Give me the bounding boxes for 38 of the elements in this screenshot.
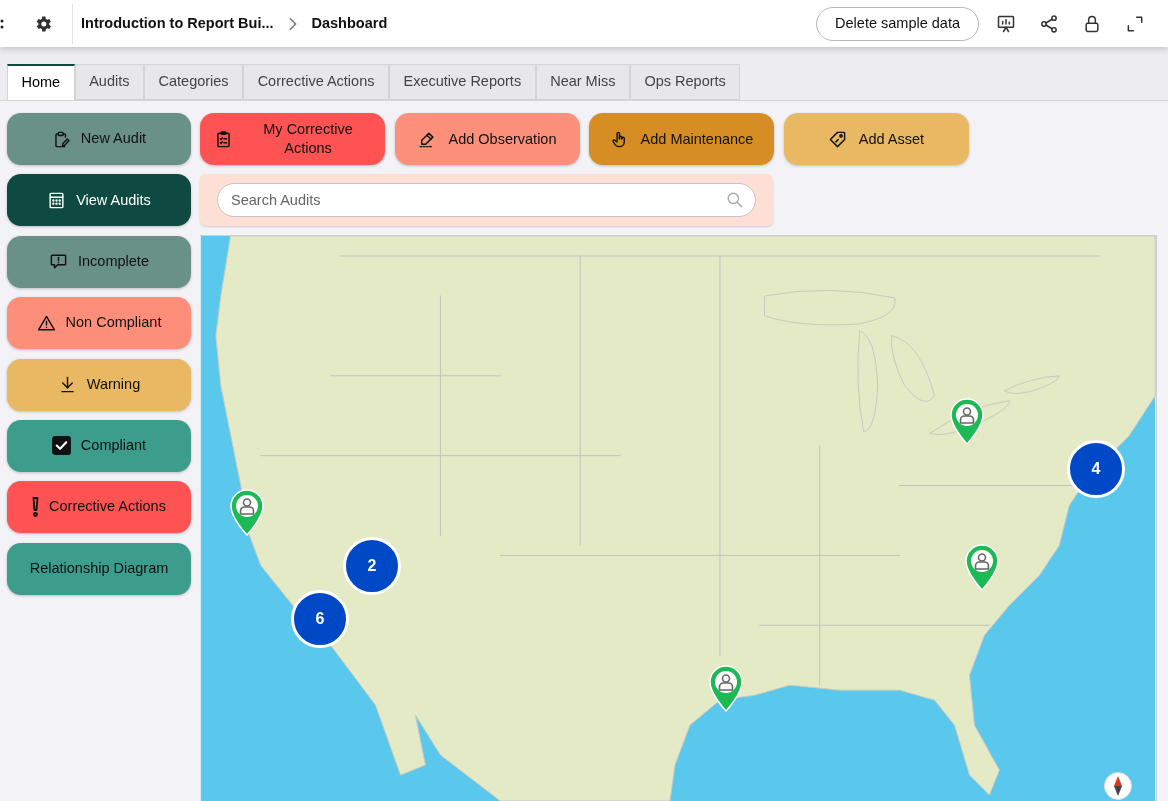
tab[interactable]: Home <box>7 64 75 101</box>
tag-icon <box>827 129 847 149</box>
action-button[interactable]: Add Asset <box>783 113 969 165</box>
checkbox-icon <box>51 436 71 456</box>
location-pin-icon[interactable] <box>229 488 265 536</box>
sidebar-button[interactable]: View Audits <box>7 174 191 227</box>
delete-sample-data-button[interactable]: Delete sample data <box>816 6 979 41</box>
sidebar-button[interactable]: Compliant <box>7 419 191 472</box>
location-pin-icon[interactable] <box>708 664 744 712</box>
sidebar-button[interactable]: New Audit <box>7 113 191 165</box>
lock-icon[interactable] <box>1082 13 1102 34</box>
exclamation-icon <box>32 497 40 518</box>
sidebar-button[interactable]: Relationship Diagram <box>7 542 191 595</box>
report-title[interactable]: Introduction to Report Bui... <box>81 12 274 35</box>
tab[interactable]: Audits <box>74 64 144 100</box>
tab[interactable]: Corrective Actions <box>243 64 389 100</box>
location-pin-icon[interactable] <box>964 543 1000 591</box>
share-icon[interactable] <box>1039 13 1059 34</box>
sidebar-button[interactable]: Warning <box>7 358 191 411</box>
sidebar-button[interactable]: Corrective Actions <box>7 481 191 534</box>
page-title: Dashboard <box>311 13 388 33</box>
calculator-icon <box>47 190 67 210</box>
sidebar-button[interactable]: Non Compliant <box>7 297 191 350</box>
search-field[interactable]: Search Audits <box>217 183 756 217</box>
presentation-icon[interactable] <box>996 13 1016 34</box>
sidebar-button[interactable]: Incomplete <box>7 235 191 288</box>
action-button[interactable]: Add Maintenance <box>589 113 774 165</box>
location-pin-icon[interactable] <box>949 397 985 445</box>
tab[interactable]: Executive Reports <box>389 64 536 100</box>
tab[interactable]: Near Miss <box>535 64 630 100</box>
action-button[interactable]: My Corrective Actions <box>200 113 385 165</box>
compass-icon[interactable] <box>1104 772 1132 800</box>
warning-icon <box>36 313 56 333</box>
action-button[interactable]: Add Observation <box>394 113 580 165</box>
tab[interactable]: Categories <box>144 64 244 100</box>
alert-bubble-icon <box>49 252 69 272</box>
tab[interactable]: Ops Reports <box>629 64 741 100</box>
clipboard-checklist-icon <box>214 129 233 149</box>
